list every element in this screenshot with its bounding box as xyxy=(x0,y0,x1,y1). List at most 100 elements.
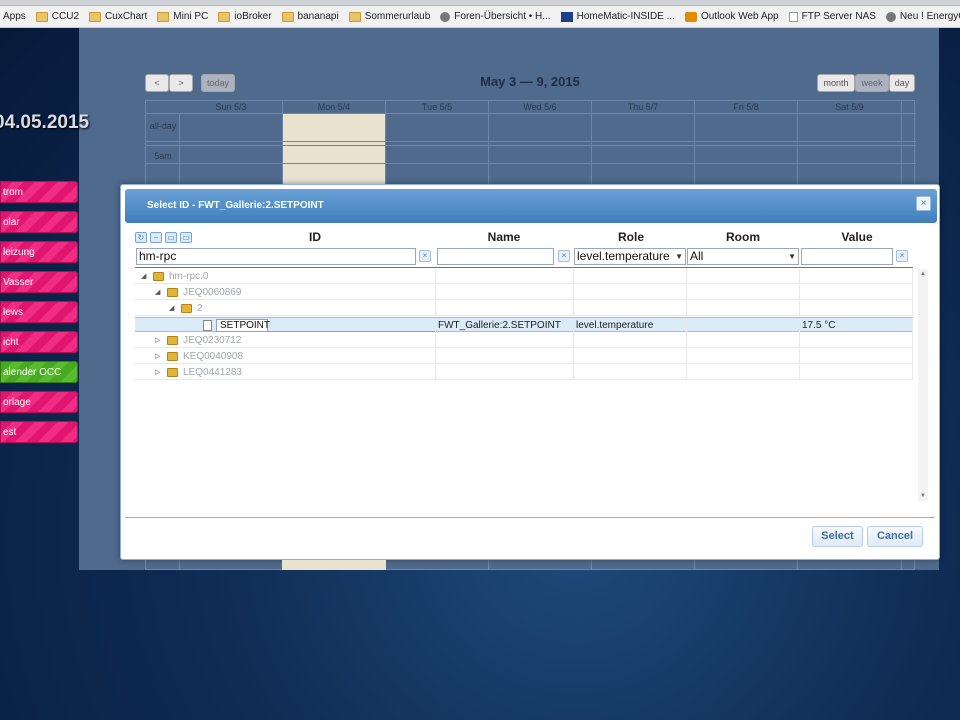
tree-row[interactable]: ◢ hm-rpc.0 xyxy=(135,269,913,284)
grid-line xyxy=(146,145,916,146)
role-text xyxy=(574,303,576,314)
select-id-dialog: Select ID - FWT_Gallerie:2.SETPOINT × ↻ … xyxy=(120,184,940,560)
scroll-up-icon[interactable]: ▲ xyxy=(920,271,926,277)
calendar-title: May 3 — 9, 2015 xyxy=(480,74,580,89)
bookmark-item[interactable]: Sommerurlaub xyxy=(348,11,431,22)
id-cell: ◢ hm-rpc.0 xyxy=(135,269,436,284)
column-header-name: Name xyxy=(487,230,521,244)
tree-scrollbar[interactable]: ▲ ▼ xyxy=(918,269,928,501)
collapse-all-icon[interactable]: − xyxy=(150,232,162,243)
sidebar-item[interactable]: olar xyxy=(0,211,78,233)
name-text xyxy=(436,287,438,298)
folder-icon xyxy=(167,288,178,297)
sidebar-item[interactable]: leizung xyxy=(0,241,78,263)
bookmark-label: HomeMatic-INSIDE ... xyxy=(576,11,675,22)
tree-row[interactable]: ▷ JEQ0230712 xyxy=(135,333,913,348)
collapse-toggle-icon[interactable]: ◢ xyxy=(169,301,174,316)
id-filter-input[interactable]: hm-rpc xyxy=(136,248,416,265)
name-cell xyxy=(436,269,574,284)
globe-icon xyxy=(440,11,451,22)
role-text: level.temperature xyxy=(576,320,654,331)
scroll-down-icon[interactable]: ▼ xyxy=(920,493,926,499)
time-slot-label: 5am xyxy=(154,151,172,161)
folder-icon xyxy=(218,11,231,22)
select-button[interactable]: Select xyxy=(812,526,863,547)
tree-row[interactable]: ◢ JEQ0060869 xyxy=(135,285,913,300)
name-cell xyxy=(436,285,574,300)
expand-toggle-icon[interactable]: ▷ xyxy=(155,365,160,380)
room-cell xyxy=(687,285,800,300)
role-cell xyxy=(574,285,687,300)
homematic-icon xyxy=(560,11,573,22)
folder-icon xyxy=(181,304,192,313)
day-header: Tue 5/5 xyxy=(386,101,489,113)
folder-expand-icon[interactable]: ▭ xyxy=(180,232,192,243)
cancel-button[interactable]: Cancel xyxy=(867,526,923,547)
value-text xyxy=(800,271,802,282)
room-cell xyxy=(687,269,800,284)
view-week-button[interactable]: week xyxy=(855,74,889,92)
expand-toggle-icon[interactable]: ▷ xyxy=(155,349,160,364)
folder-icon xyxy=(35,11,48,22)
tree-node-label: KEQ0040908 xyxy=(183,351,244,362)
bookmark-item[interactable]: Foren-Übersicht • H... xyxy=(440,11,551,22)
tree-row[interactable]: ◢ 2 xyxy=(135,301,913,316)
clear-id-filter-icon[interactable]: × xyxy=(419,250,431,262)
value-cell xyxy=(800,285,913,300)
expand-toggle-icon[interactable]: ▷ xyxy=(155,333,160,348)
view-month-button[interactable]: month xyxy=(817,74,855,92)
sidebar-item[interactable]: orlage xyxy=(0,391,78,413)
bookmark-item[interactable]: bananapi xyxy=(281,11,339,22)
clear-name-filter-icon[interactable]: × xyxy=(558,250,570,262)
bookmark-item[interactable]: CuxChart xyxy=(89,11,147,22)
tree-row[interactable]: SETPOINT FWT_Gallerie:2.SETPOINT level.tem… xyxy=(135,317,913,333)
sidebar-item[interactable]: icht xyxy=(0,331,78,353)
name-filter-input[interactable] xyxy=(437,248,554,265)
role-filter-select[interactable]: level.temperature ▼ xyxy=(574,248,686,265)
document-icon xyxy=(788,11,798,22)
tree-node-label: LEQ0441283 xyxy=(183,367,242,378)
tree-row[interactable]: ▷ LEQ0441283 xyxy=(135,365,913,380)
outlook-icon xyxy=(684,11,697,22)
tree-row[interactable]: ▷ KEQ0040908 xyxy=(135,349,913,364)
sidebar-item[interactable]: lews xyxy=(0,301,78,323)
room-filter-select[interactable]: All ▼ xyxy=(687,248,799,265)
folder-open-icon[interactable]: ▭ xyxy=(165,232,177,243)
refresh-icon[interactable]: ↻ xyxy=(135,232,147,243)
role-text xyxy=(574,351,576,362)
sidebar-item[interactable]: Vasser xyxy=(0,271,78,293)
bookmark-item[interactable]: Neu ! EnergyCam xyxy=(885,11,960,22)
calendar-toolbar: < > today May 3 — 9, 2015 month week day xyxy=(145,74,915,92)
value-filter-input[interactable] xyxy=(801,248,893,265)
bookmark-label: Outlook Web App xyxy=(700,11,779,22)
sidebar-item[interactable]: est xyxy=(0,421,78,443)
bookmark-item[interactable]: Mini PC xyxy=(157,11,208,22)
filter-divider xyxy=(135,267,913,268)
room-filter-value: All xyxy=(690,249,704,263)
bookmark-item[interactable]: Apps xyxy=(3,11,26,22)
column-header-value: Value xyxy=(841,230,873,244)
role-cell xyxy=(574,365,687,380)
room-cell xyxy=(687,349,800,364)
bookmark-item[interactable]: Outlook Web App xyxy=(684,11,779,22)
bookmark-item[interactable]: CCU2 xyxy=(35,11,79,22)
view-day-button[interactable]: day xyxy=(889,74,915,92)
clear-value-filter-icon[interactable]: × xyxy=(896,250,908,262)
dialog-title: Select ID - FWT_Gallerie:2.SETPOINT xyxy=(125,189,937,223)
bookmark-item[interactable]: FTP Server NAS xyxy=(788,11,876,22)
sidebar-item[interactable]: trom xyxy=(0,181,78,203)
tree-toolbar: ↻ − ▭ ▭ xyxy=(135,232,195,243)
tree-node-label: JEQ0060869 xyxy=(183,287,242,298)
sidebar-item[interactable]: alender OCC xyxy=(0,361,78,383)
collapse-toggle-icon[interactable]: ◢ xyxy=(155,285,160,300)
name-text xyxy=(436,271,438,282)
folder-icon xyxy=(153,272,164,281)
role-cell: level.temperature xyxy=(574,318,687,333)
close-icon[interactable]: × xyxy=(916,196,931,211)
bookmark-label: CuxChart xyxy=(105,11,148,22)
value-cell xyxy=(800,301,913,316)
bookmark-item[interactable]: ioBroker xyxy=(218,11,272,22)
bookmark-item[interactable]: HomeMatic-INSIDE ... xyxy=(560,11,675,22)
bookmark-label: Sommerurlaub xyxy=(364,11,431,22)
collapse-toggle-icon[interactable]: ◢ xyxy=(141,269,146,284)
